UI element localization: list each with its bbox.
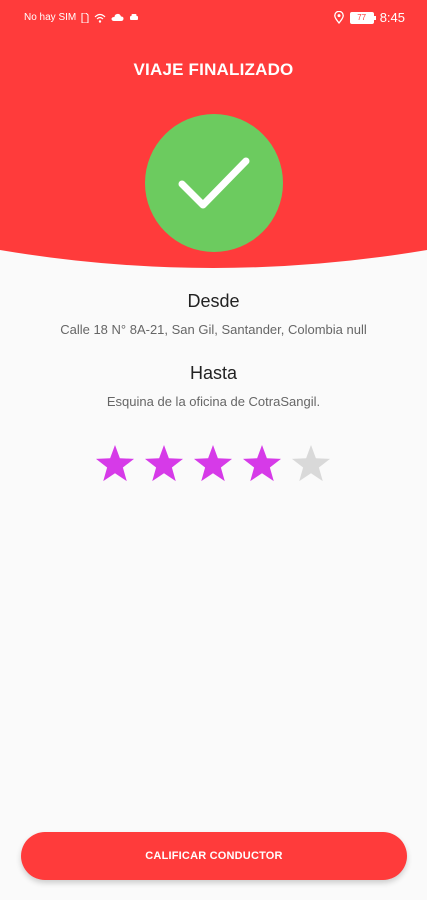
wifi-icon <box>94 13 106 23</box>
to-label: Hasta <box>189 363 238 383</box>
battery-icon: 77 <box>349 11 376 24</box>
star-icon-5[interactable] <box>291 444 331 484</box>
from-address: Calle 18 N° 8A-21, San Gil, Santander, C… <box>60 322 367 337</box>
status-right: 77 8:45 <box>333 10 405 25</box>
car-icon <box>130 14 139 20</box>
star-icon-4[interactable] <box>242 444 282 484</box>
star-icon-1[interactable] <box>95 444 135 484</box>
location-icon <box>333 11 344 24</box>
check-icon <box>178 157 250 209</box>
page-title: VIAJE FINALIZADO <box>133 60 294 79</box>
clock-text: 8:45 <box>379 10 405 25</box>
status-bar: No hay SIM 77 8:45 <box>0 0 427 36</box>
status-left: No hay SIM <box>24 12 139 23</box>
star-icon-3[interactable] <box>193 444 233 484</box>
rate-driver-button[interactable]: CALIFICAR CONDUCTOR <box>21 832 407 880</box>
cloud-icon <box>111 13 124 21</box>
carrier-text: No hay SIM <box>24 12 77 23</box>
success-badge <box>145 114 283 252</box>
to-address: Esquina de la oficina de CotraSangil. <box>106 394 321 409</box>
star-icon-2[interactable] <box>144 444 184 484</box>
sim-icon <box>81 12 89 23</box>
rating-stars <box>95 444 335 488</box>
from-label: Desde <box>187 291 240 311</box>
